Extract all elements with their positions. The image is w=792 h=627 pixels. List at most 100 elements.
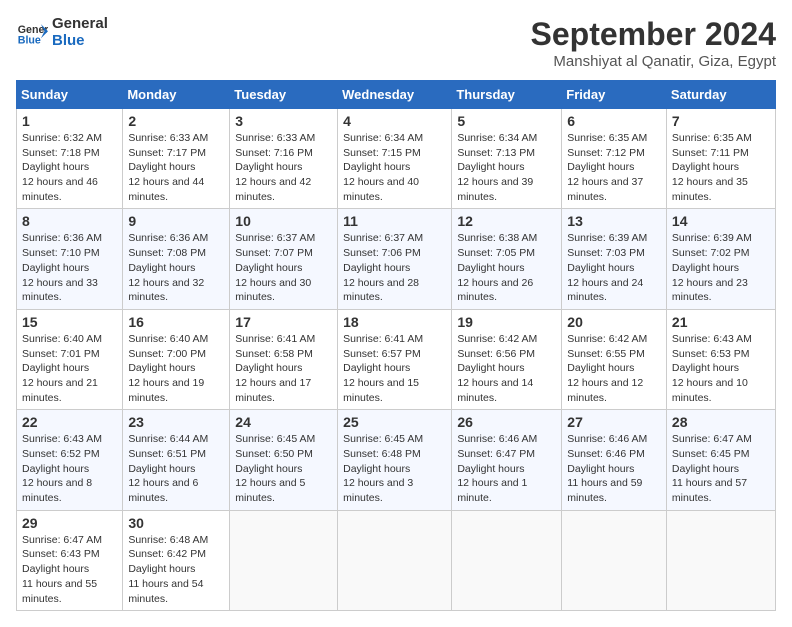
day-info: Sunrise: 6:47 AM Sunset: 6:45 PM Dayligh… bbox=[672, 432, 770, 505]
page-header: General Blue General Blue September 2024… bbox=[16, 16, 776, 70]
calendar-cell: 29 Sunrise: 6:47 AM Sunset: 6:43 PM Dayl… bbox=[17, 510, 123, 610]
day-info: Sunrise: 6:36 AM Sunset: 7:10 PM Dayligh… bbox=[22, 231, 117, 304]
day-number: 30 bbox=[128, 515, 224, 531]
day-number: 26 bbox=[457, 414, 556, 430]
day-info: Sunrise: 6:45 AM Sunset: 6:48 PM Dayligh… bbox=[343, 432, 446, 505]
day-number: 28 bbox=[672, 414, 770, 430]
day-info: Sunrise: 6:39 AM Sunset: 7:02 PM Dayligh… bbox=[672, 231, 770, 304]
day-info: Sunrise: 6:35 AM Sunset: 7:12 PM Dayligh… bbox=[567, 131, 661, 204]
header-row: Sunday Monday Tuesday Wednesday Thursday… bbox=[17, 81, 776, 109]
day-info: Sunrise: 6:46 AM Sunset: 6:46 PM Dayligh… bbox=[567, 432, 661, 505]
col-sunday: Sunday bbox=[17, 81, 123, 109]
day-number: 4 bbox=[343, 113, 446, 129]
col-wednesday: Wednesday bbox=[338, 81, 452, 109]
day-info: Sunrise: 6:42 AM Sunset: 6:55 PM Dayligh… bbox=[567, 332, 661, 405]
day-number: 14 bbox=[672, 213, 770, 229]
calendar-cell: 20 Sunrise: 6:42 AM Sunset: 6:55 PM Dayl… bbox=[562, 309, 667, 409]
day-number: 13 bbox=[567, 213, 661, 229]
day-number: 25 bbox=[343, 414, 446, 430]
day-info: Sunrise: 6:37 AM Sunset: 7:07 PM Dayligh… bbox=[235, 231, 332, 304]
calendar-cell: 24 Sunrise: 6:45 AM Sunset: 6:50 PM Dayl… bbox=[230, 410, 338, 510]
calendar-cell bbox=[452, 510, 562, 610]
day-number: 19 bbox=[457, 314, 556, 330]
logo-line1: General bbox=[52, 16, 108, 33]
calendar-cell: 10 Sunrise: 6:37 AM Sunset: 7:07 PM Dayl… bbox=[230, 209, 338, 309]
day-number: 8 bbox=[22, 213, 117, 229]
calendar-week-row: 29 Sunrise: 6:47 AM Sunset: 6:43 PM Dayl… bbox=[17, 510, 776, 610]
day-info: Sunrise: 6:43 AM Sunset: 6:53 PM Dayligh… bbox=[672, 332, 770, 405]
day-info: Sunrise: 6:34 AM Sunset: 7:15 PM Dayligh… bbox=[343, 131, 446, 204]
day-number: 6 bbox=[567, 113, 661, 129]
day-info: Sunrise: 6:32 AM Sunset: 7:18 PM Dayligh… bbox=[22, 131, 117, 204]
col-monday: Monday bbox=[123, 81, 230, 109]
calendar-cell: 6 Sunrise: 6:35 AM Sunset: 7:12 PM Dayli… bbox=[562, 109, 667, 209]
calendar-cell: 1 Sunrise: 6:32 AM Sunset: 7:18 PM Dayli… bbox=[17, 109, 123, 209]
day-number: 17 bbox=[235, 314, 332, 330]
day-info: Sunrise: 6:40 AM Sunset: 7:01 PM Dayligh… bbox=[22, 332, 117, 405]
day-number: 20 bbox=[567, 314, 661, 330]
day-info: Sunrise: 6:46 AM Sunset: 6:47 PM Dayligh… bbox=[457, 432, 556, 505]
calendar-cell: 14 Sunrise: 6:39 AM Sunset: 7:02 PM Dayl… bbox=[666, 209, 775, 309]
day-info: Sunrise: 6:33 AM Sunset: 7:16 PM Dayligh… bbox=[235, 131, 332, 204]
calendar-cell: 27 Sunrise: 6:46 AM Sunset: 6:46 PM Dayl… bbox=[562, 410, 667, 510]
location-subtitle: Manshiyat al Qanatir, Giza, Egypt bbox=[531, 53, 776, 70]
calendar-week-row: 22 Sunrise: 6:43 AM Sunset: 6:52 PM Dayl… bbox=[17, 410, 776, 510]
calendar-cell: 16 Sunrise: 6:40 AM Sunset: 7:00 PM Dayl… bbox=[123, 309, 230, 409]
day-number: 10 bbox=[235, 213, 332, 229]
day-info: Sunrise: 6:35 AM Sunset: 7:11 PM Dayligh… bbox=[672, 131, 770, 204]
calendar-cell: 8 Sunrise: 6:36 AM Sunset: 7:10 PM Dayli… bbox=[17, 209, 123, 309]
day-info: Sunrise: 6:42 AM Sunset: 6:56 PM Dayligh… bbox=[457, 332, 556, 405]
day-info: Sunrise: 6:41 AM Sunset: 6:58 PM Dayligh… bbox=[235, 332, 332, 405]
calendar-cell: 3 Sunrise: 6:33 AM Sunset: 7:16 PM Dayli… bbox=[230, 109, 338, 209]
day-number: 9 bbox=[128, 213, 224, 229]
col-tuesday: Tuesday bbox=[230, 81, 338, 109]
calendar-cell: 13 Sunrise: 6:39 AM Sunset: 7:03 PM Dayl… bbox=[562, 209, 667, 309]
title-block: September 2024 Manshiyat al Qanatir, Giz… bbox=[531, 16, 776, 70]
calendar-cell: 28 Sunrise: 6:47 AM Sunset: 6:45 PM Dayl… bbox=[666, 410, 775, 510]
day-info: Sunrise: 6:33 AM Sunset: 7:17 PM Dayligh… bbox=[128, 131, 224, 204]
day-number: 3 bbox=[235, 113, 332, 129]
day-number: 24 bbox=[235, 414, 332, 430]
calendar-cell: 15 Sunrise: 6:40 AM Sunset: 7:01 PM Dayl… bbox=[17, 309, 123, 409]
calendar-cell bbox=[230, 510, 338, 610]
day-info: Sunrise: 6:38 AM Sunset: 7:05 PM Dayligh… bbox=[457, 231, 556, 304]
month-title: September 2024 bbox=[531, 16, 776, 53]
col-thursday: Thursday bbox=[452, 81, 562, 109]
calendar-cell: 9 Sunrise: 6:36 AM Sunset: 7:08 PM Dayli… bbox=[123, 209, 230, 309]
day-info: Sunrise: 6:37 AM Sunset: 7:06 PM Dayligh… bbox=[343, 231, 446, 304]
day-info: Sunrise: 6:48 AM Sunset: 6:42 PM Dayligh… bbox=[128, 533, 224, 606]
calendar-week-row: 15 Sunrise: 6:40 AM Sunset: 7:01 PM Dayl… bbox=[17, 309, 776, 409]
logo-line2: Blue bbox=[52, 33, 108, 50]
logo: General Blue General Blue bbox=[16, 16, 108, 49]
calendar-cell: 12 Sunrise: 6:38 AM Sunset: 7:05 PM Dayl… bbox=[452, 209, 562, 309]
day-info: Sunrise: 6:41 AM Sunset: 6:57 PM Dayligh… bbox=[343, 332, 446, 405]
day-number: 16 bbox=[128, 314, 224, 330]
day-number: 21 bbox=[672, 314, 770, 330]
day-number: 2 bbox=[128, 113, 224, 129]
day-number: 11 bbox=[343, 213, 446, 229]
day-info: Sunrise: 6:39 AM Sunset: 7:03 PM Dayligh… bbox=[567, 231, 661, 304]
calendar-cell: 11 Sunrise: 6:37 AM Sunset: 7:06 PM Dayl… bbox=[338, 209, 452, 309]
day-number: 12 bbox=[457, 213, 556, 229]
calendar-cell: 19 Sunrise: 6:42 AM Sunset: 6:56 PM Dayl… bbox=[452, 309, 562, 409]
day-number: 29 bbox=[22, 515, 117, 531]
day-info: Sunrise: 6:45 AM Sunset: 6:50 PM Dayligh… bbox=[235, 432, 332, 505]
calendar-week-row: 1 Sunrise: 6:32 AM Sunset: 7:18 PM Dayli… bbox=[17, 109, 776, 209]
day-info: Sunrise: 6:44 AM Sunset: 6:51 PM Dayligh… bbox=[128, 432, 224, 505]
calendar-cell: 21 Sunrise: 6:43 AM Sunset: 6:53 PM Dayl… bbox=[666, 309, 775, 409]
day-number: 7 bbox=[672, 113, 770, 129]
calendar-cell: 22 Sunrise: 6:43 AM Sunset: 6:52 PM Dayl… bbox=[17, 410, 123, 510]
calendar-week-row: 8 Sunrise: 6:36 AM Sunset: 7:10 PM Dayli… bbox=[17, 209, 776, 309]
calendar-cell bbox=[562, 510, 667, 610]
day-info: Sunrise: 6:34 AM Sunset: 7:13 PM Dayligh… bbox=[457, 131, 556, 204]
day-info: Sunrise: 6:43 AM Sunset: 6:52 PM Dayligh… bbox=[22, 432, 117, 505]
day-info: Sunrise: 6:40 AM Sunset: 7:00 PM Dayligh… bbox=[128, 332, 224, 405]
col-saturday: Saturday bbox=[666, 81, 775, 109]
calendar-cell bbox=[666, 510, 775, 610]
calendar-cell: 23 Sunrise: 6:44 AM Sunset: 6:51 PM Dayl… bbox=[123, 410, 230, 510]
svg-text:Blue: Blue bbox=[18, 34, 41, 46]
day-number: 23 bbox=[128, 414, 224, 430]
calendar-cell: 2 Sunrise: 6:33 AM Sunset: 7:17 PM Dayli… bbox=[123, 109, 230, 209]
logo-icon: General Blue bbox=[16, 17, 48, 49]
calendar-cell: 26 Sunrise: 6:46 AM Sunset: 6:47 PM Dayl… bbox=[452, 410, 562, 510]
